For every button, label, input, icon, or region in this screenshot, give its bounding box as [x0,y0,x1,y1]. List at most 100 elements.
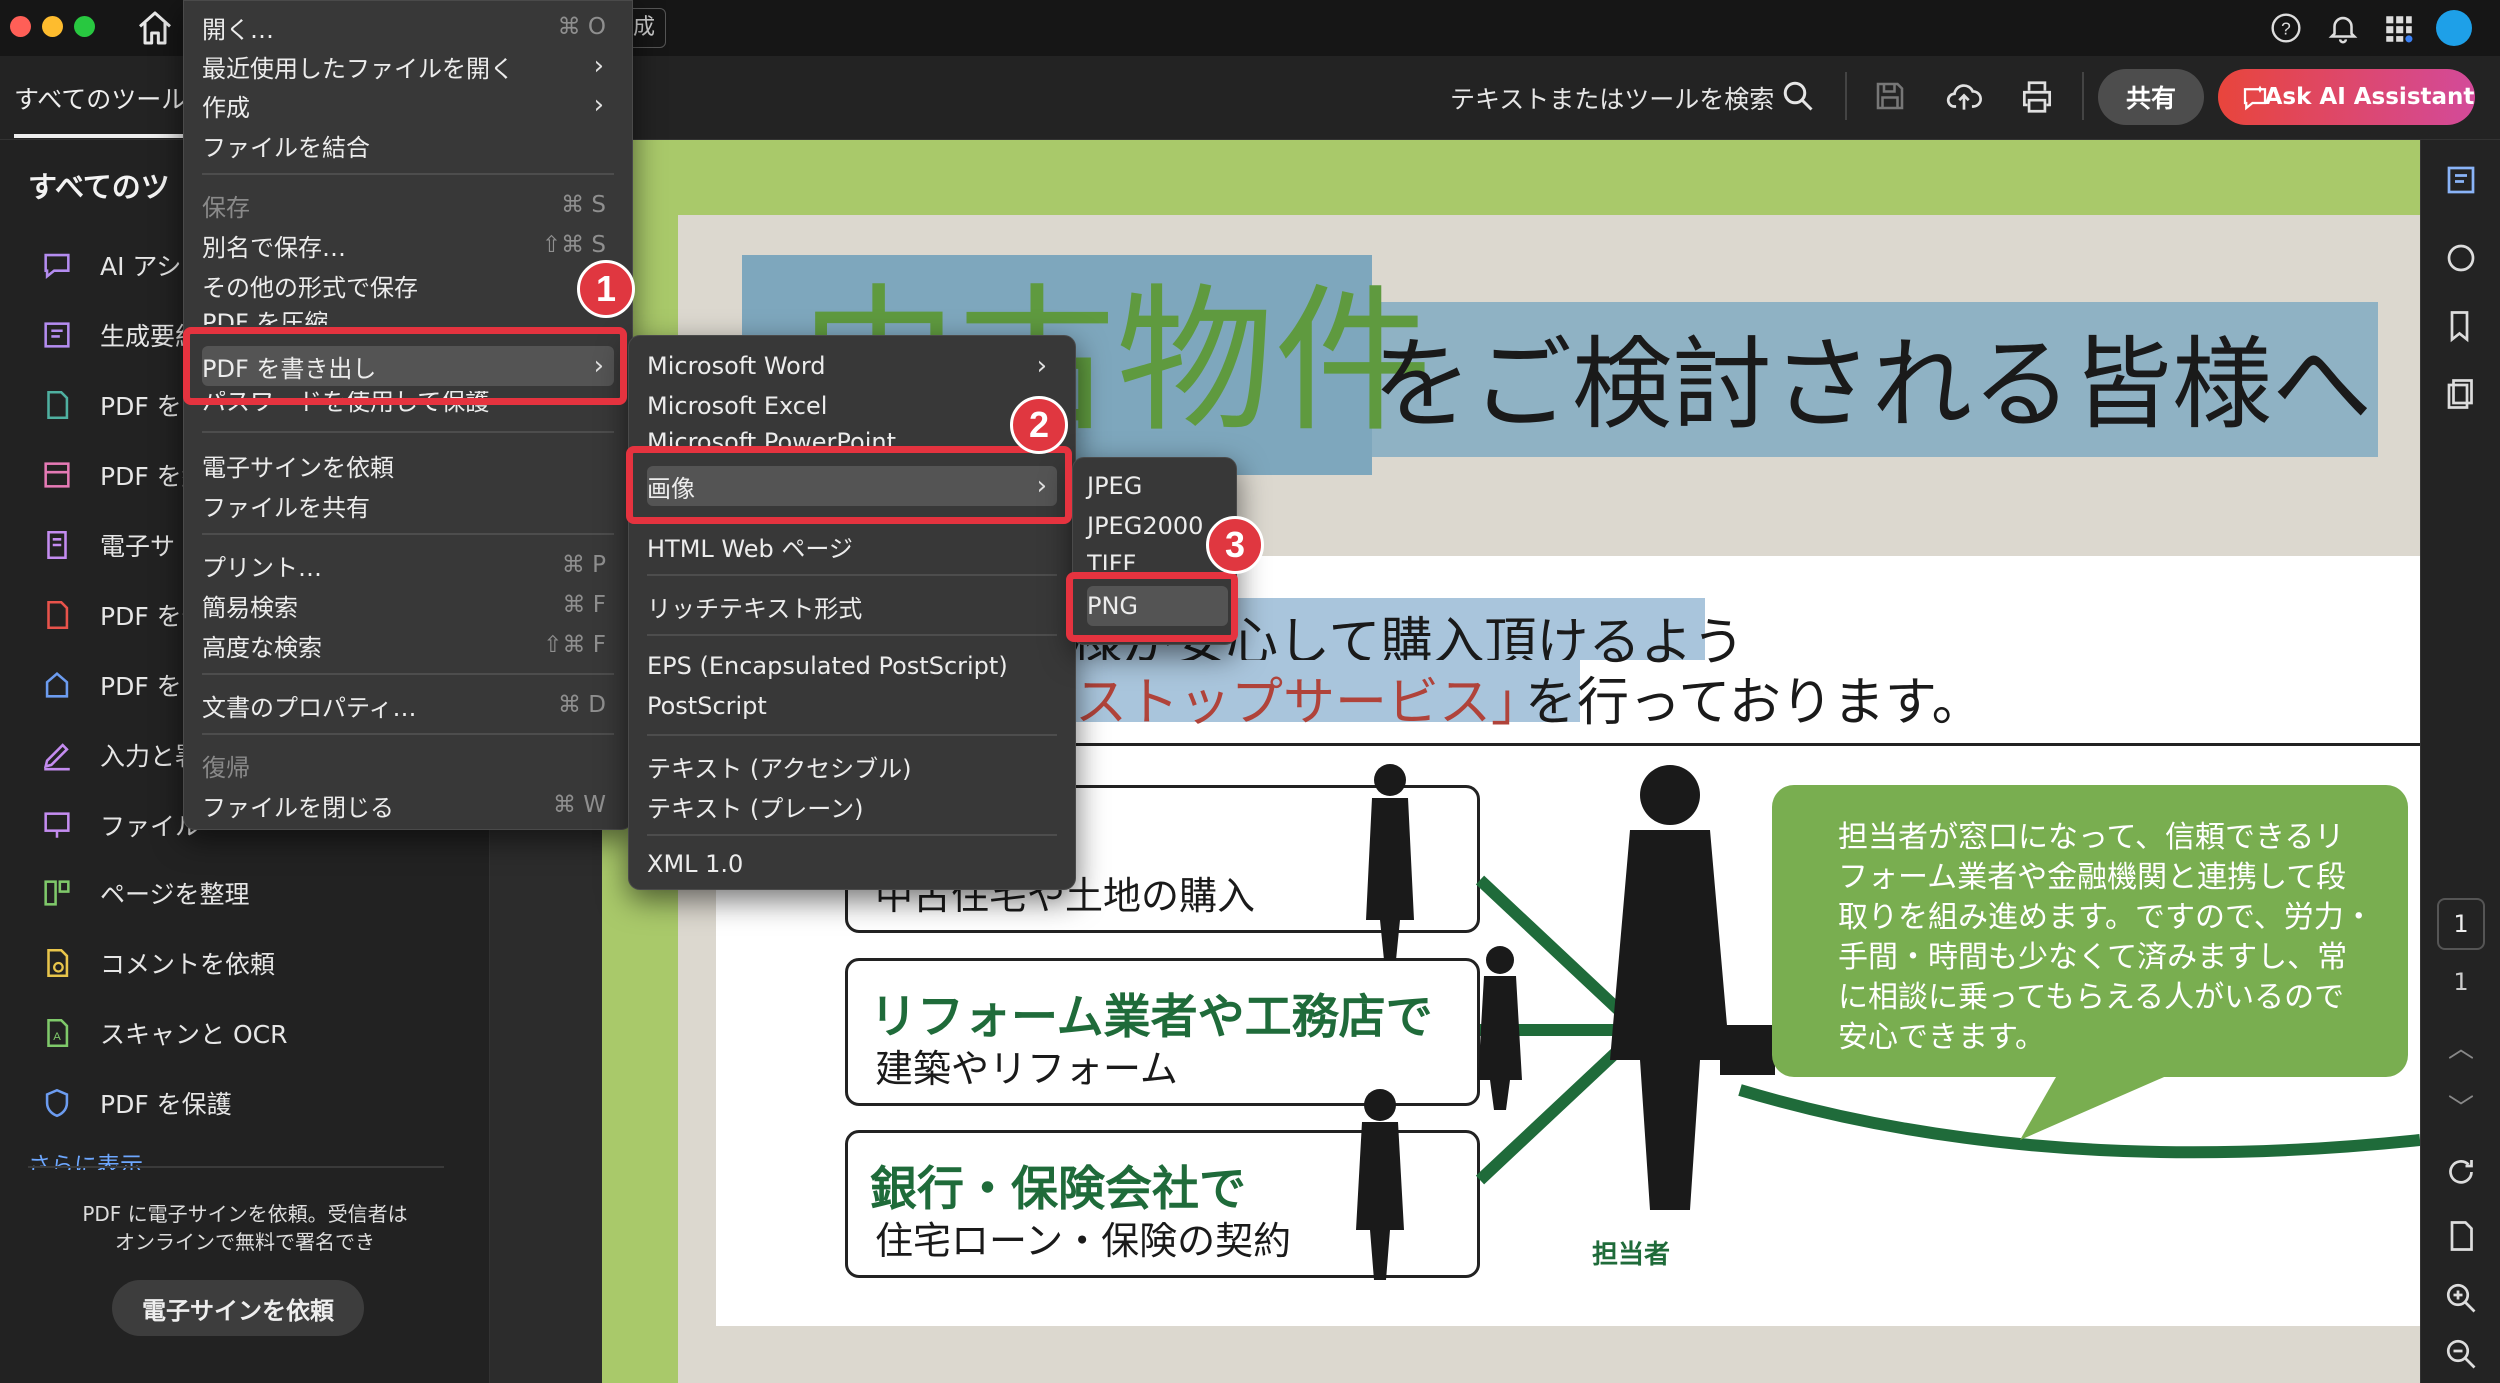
sidebar-item-export-pdf[interactable]: PDF を書 [38,378,207,432]
bubble-line: 安心できます。 [1838,1020,2045,1055]
step-badge-3: 3 [1206,516,1264,574]
menu-shortcut: ⌘ P [561,552,606,578]
home-icon[interactable] [135,8,175,48]
menu-label: 保存 [202,193,250,222]
menu-print[interactable]: プリント… ⌘ P [202,545,614,585]
organize-pages-icon [38,874,76,912]
export-rtf[interactable]: リッチテキスト形式 [647,586,1057,626]
minimize-window-button[interactable] [42,16,63,37]
help-icon[interactable]: ? [2270,12,2302,44]
menu-combine-files[interactable]: ファイルを結合 [202,125,614,165]
comment-icon[interactable] [2443,240,2479,276]
body-line-2-rest: を行っております。 [1525,673,1984,733]
ask-ai-label: Ask AI Assistant [2264,84,2475,110]
menu-shortcut: ⇧⌘ F [543,632,606,658]
menu-shortcut: ⌘ O [557,14,606,40]
esign-icon [38,526,76,564]
export-text-accessible[interactable]: テキスト (アクセシブル) [647,746,1057,786]
sidebar-item-label: コメントを依頼 [100,950,276,979]
service-reform-sub: 建築やリフォーム [875,1047,1178,1091]
search-icon[interactable] [1780,78,1816,114]
sidebar-item-ai-assistant[interactable]: AI アシス [38,238,206,292]
export-powerpoint[interactable]: Microsoft PowerPoint [647,428,1057,448]
menu-shortcut: ⌘ W [552,792,606,818]
menu-label: PDF を圧縮 [202,309,329,325]
menu-separator [647,834,1057,836]
sidebar-item-label: スキャンと OCR [100,1020,288,1049]
menu-label: 最近使用したファイルを開く [202,54,514,83]
apps-grid-icon[interactable] [2382,12,2416,46]
avatar[interactable] [2436,10,2472,46]
page-down-icon[interactable]: ﹀ [2447,1088,2475,1124]
print-icon[interactable] [2018,78,2056,116]
share-button[interactable]: 共有 [2098,69,2204,125]
sidebar-item-esign[interactable]: 電子サ [38,518,175,572]
menu-label: EPS (Encapsulated PostScript) [647,652,1008,680]
sidebar-item-fill-sign[interactable]: 入力と署 [38,728,200,782]
export-excel[interactable]: Microsoft Excel [647,386,1057,426]
tab-all-tools[interactable]: すべてのツール [14,80,186,116]
menu-share-file[interactable]: ファイルを共有 [202,485,614,525]
sidebar-item-scan-ocr[interactable]: A スキャンと OCR [38,1006,287,1060]
zoom-window-button[interactable] [74,16,95,37]
service-bank-title: 銀行・保険会社で [870,1162,1246,1217]
request-esign-button[interactable]: 電子サインを依頼 [112,1280,364,1336]
menu-separator [202,173,614,175]
menu-label: プリント… [202,553,322,582]
save-icon[interactable] [1872,78,1908,114]
zoom-out-icon[interactable] [2443,1336,2479,1372]
scan-pdf-icon [38,666,76,704]
menu-label: テキスト (プレーン) [647,794,864,823]
ai-sparkle-icon [2240,83,2270,113]
menu-compress-pdf[interactable]: PDF を圧縮 [202,303,614,325]
summary-icon [38,316,76,354]
menu-advanced-search[interactable]: 高度な検索 ⇧⌘ F [202,625,614,665]
sidebar-item-organize-pages[interactable]: ページを整理 [38,866,250,920]
menu-request-esign[interactable]: 電子サインを依頼 [202,445,614,485]
bookmark-icon[interactable] [2443,308,2479,344]
rotate-icon[interactable] [2443,1154,2479,1190]
sidebar-item-create-pdf[interactable]: PDF を作 [38,588,207,642]
close-window-button[interactable] [10,16,31,37]
export-html[interactable]: HTML Web ページ [647,526,1057,566]
zoom-in-icon[interactable] [2443,1280,2479,1316]
menu-label: リッチテキスト形式 [647,594,863,623]
page-fit-icon[interactable] [2443,1218,2479,1254]
menu-document-properties[interactable]: 文書のプロパティ… ⌘ D [202,685,614,725]
sidebar-item-protect-pdf[interactable]: PDF を保護 [38,1076,232,1130]
menu-open-recent[interactable]: 最近使用したファイルを開く › [202,46,614,86]
search-input[interactable]: テキストまたはツールを検索 [1450,80,1774,116]
sidebar-item-scan-pdf[interactable]: PDF をス [38,658,207,712]
menu-close-file[interactable]: ファイルを閉じる ⌘ W [202,785,614,825]
page-up-icon[interactable]: ︿ [2447,1028,2475,1064]
ai-summary-icon[interactable] [2443,162,2479,198]
cloud-upload-icon[interactable] [1945,78,1983,116]
menu-label: PostScript [647,692,767,720]
export-xml[interactable]: XML 1.0 [647,844,1057,884]
sidebar-item-summary[interactable]: 生成要約 [38,308,200,362]
total-pages: 1 [2453,968,2469,996]
sidebar-item-combine-files[interactable]: ファイル [38,798,200,852]
menu-save-other-format[interactable]: その他の形式で保存 [202,265,614,305]
menu-quick-find[interactable]: 簡易検索 ⌘ F [202,585,614,625]
export-word[interactable]: Microsoft Word › [647,346,1057,386]
export-eps[interactable]: EPS (Encapsulated PostScript) [647,646,1057,686]
current-page-input[interactable]: 1 [2437,898,2485,950]
menu-label: 作成 [202,93,250,122]
edit-pdf-icon [38,456,76,494]
export-postscript[interactable]: PostScript [647,686,1057,726]
sidebar-item-comment-request[interactable]: コメントを依頼 [38,936,275,990]
sidebar-item-edit-pdf[interactable]: PDF を編 [38,448,207,502]
export-text-plain[interactable]: テキスト (プレーン) [647,786,1057,826]
export-submenu: Microsoft Word › Microsoft Excel Microsof… [628,335,1076,890]
bubble-line: 取りを組み進めます。ですので、労力・ [1838,900,2374,935]
pages-icon[interactable] [2443,376,2479,412]
menu-create[interactable]: 作成 › [202,85,614,125]
menu-label: JPEG2000 [1087,512,1204,540]
menu-save-as[interactable]: 別名で保存… ⇧⌘ S [202,225,614,265]
menu-open[interactable]: 開く… ⌘ O [202,7,614,47]
ask-ai-assistant-button[interactable]: Ask AI Assistant [2218,69,2475,125]
image-jpeg[interactable]: JPEG [1087,466,1228,506]
bell-icon[interactable] [2326,10,2360,46]
chevron-right-icon: › [593,51,604,81]
